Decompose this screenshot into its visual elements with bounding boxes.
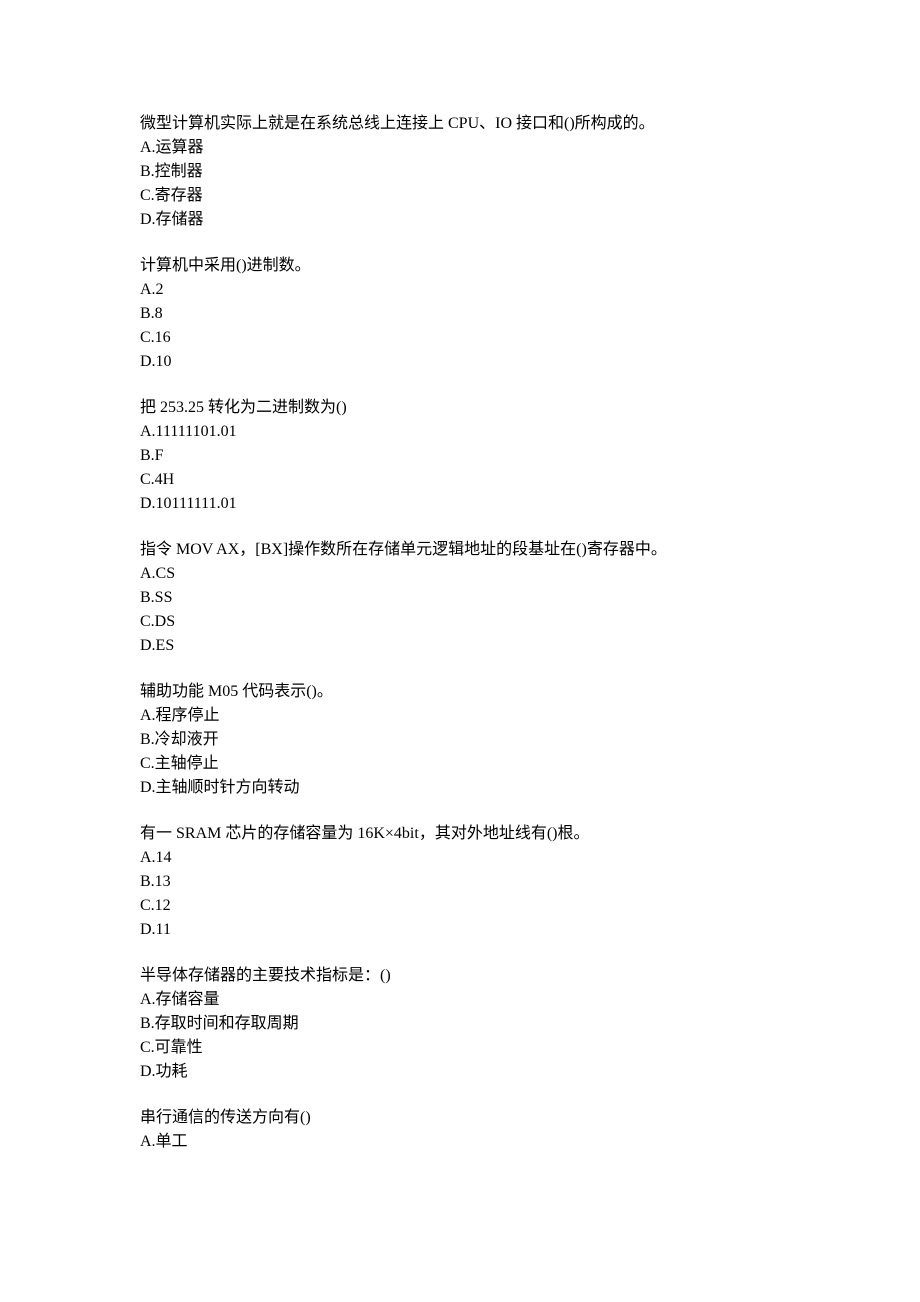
question-text: 计算机中采用()进制数。 [140, 254, 780, 278]
question-block: 指令 MOV AX，[BX]操作数所在存储单元逻辑地址的段基址在()寄存器中。 … [140, 538, 780, 658]
option-c: C.4H [140, 468, 780, 492]
option-b: B.控制器 [140, 160, 780, 184]
option-a: A.11111101.01 [140, 420, 780, 444]
option-d: D.11 [140, 918, 780, 942]
option-b: B.8 [140, 302, 780, 326]
question-block: 有一 SRAM 芯片的存储容量为 16K×4bit，其对外地址线有()根。 A.… [140, 822, 780, 942]
option-a: A.2 [140, 278, 780, 302]
option-c: C.16 [140, 326, 780, 350]
document-page: 微型计算机实际上就是在系统总线上连接上 CPU、IO 接口和()所构成的。 A.… [0, 0, 920, 1302]
option-d: D.10111111.01 [140, 492, 780, 516]
question-text: 微型计算机实际上就是在系统总线上连接上 CPU、IO 接口和()所构成的。 [140, 112, 780, 136]
option-b: B.F [140, 444, 780, 468]
question-block: 微型计算机实际上就是在系统总线上连接上 CPU、IO 接口和()所构成的。 A.… [140, 112, 780, 232]
option-d: D.10 [140, 350, 780, 374]
option-b: B.存取时间和存取周期 [140, 1012, 780, 1036]
question-block: 辅助功能 M05 代码表示()。 A.程序停止 B.冷却液开 C.主轴停止 D.… [140, 680, 780, 800]
question-block: 计算机中采用()进制数。 A.2 B.8 C.16 D.10 [140, 254, 780, 374]
question-block: 把 253.25 转化为二进制数为() A.11111101.01 B.F C.… [140, 396, 780, 516]
question-text: 串行通信的传送方向有() [140, 1106, 780, 1130]
question-text: 有一 SRAM 芯片的存储容量为 16K×4bit，其对外地址线有()根。 [140, 822, 780, 846]
option-a: A.存储容量 [140, 988, 780, 1012]
option-a: A.CS [140, 562, 780, 586]
option-a: A.单工 [140, 1130, 780, 1154]
option-d: D.存储器 [140, 208, 780, 232]
option-c: C.DS [140, 610, 780, 634]
question-block: 半导体存储器的主要技术指标是：() A.存储容量 B.存取时间和存取周期 C.可… [140, 964, 780, 1084]
option-b: B.SS [140, 586, 780, 610]
question-text: 半导体存储器的主要技术指标是：() [140, 964, 780, 988]
option-b: B.13 [140, 870, 780, 894]
question-text: 指令 MOV AX，[BX]操作数所在存储单元逻辑地址的段基址在()寄存器中。 [140, 538, 780, 562]
option-d: D.ES [140, 634, 780, 658]
question-text: 辅助功能 M05 代码表示()。 [140, 680, 780, 704]
option-c: C.12 [140, 894, 780, 918]
option-b: B.冷却液开 [140, 728, 780, 752]
question-text: 把 253.25 转化为二进制数为() [140, 396, 780, 420]
option-a: A.运算器 [140, 136, 780, 160]
option-c: C.主轴停止 [140, 752, 780, 776]
option-c: C.寄存器 [140, 184, 780, 208]
option-a: A.程序停止 [140, 704, 780, 728]
question-block: 串行通信的传送方向有() A.单工 [140, 1106, 780, 1154]
option-a: A.14 [140, 846, 780, 870]
option-c: C.可靠性 [140, 1036, 780, 1060]
option-d: D.功耗 [140, 1060, 780, 1084]
option-d: D.主轴顺时针方向转动 [140, 776, 780, 800]
